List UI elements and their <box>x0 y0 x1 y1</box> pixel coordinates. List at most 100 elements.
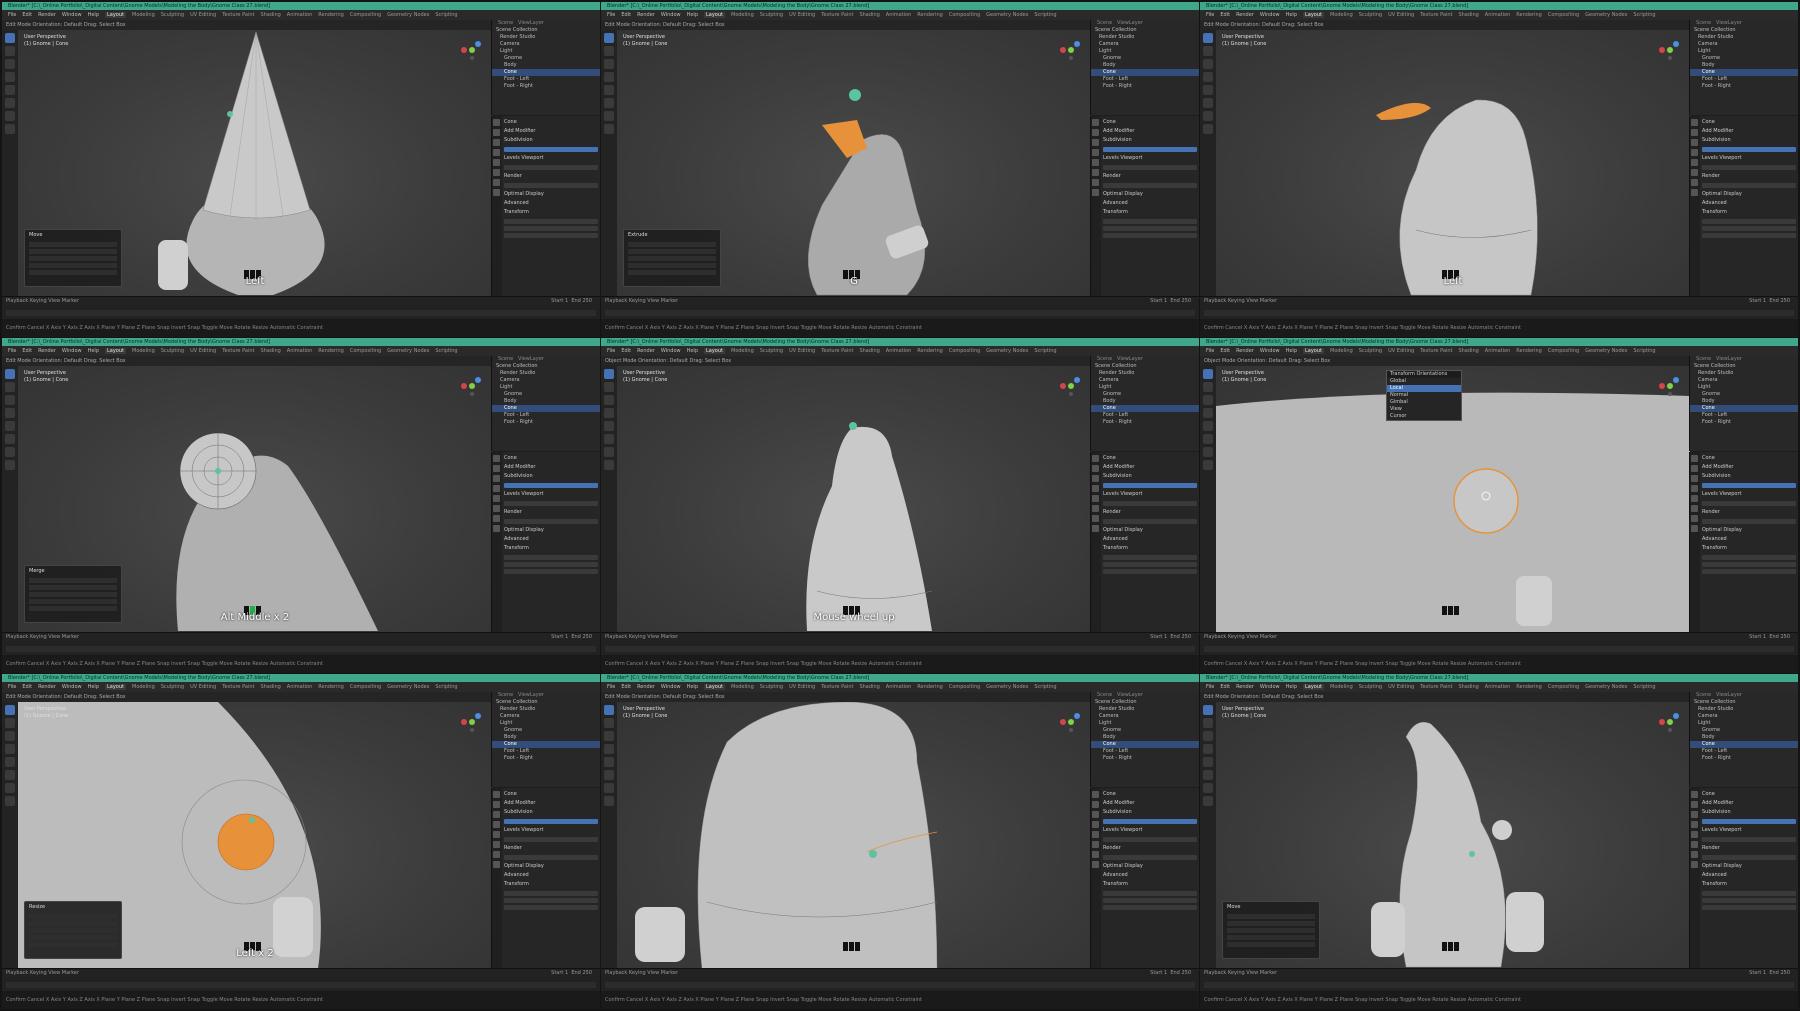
outliner-item-render-studio[interactable]: Render Studio <box>1690 34 1798 41</box>
optimal-display-checkbox[interactable]: Optimal Display <box>1103 862 1197 871</box>
modifier-name[interactable]: Subdivision <box>1103 136 1197 145</box>
operator-field[interactable] <box>29 270 117 275</box>
outliner-item-scene-collection[interactable]: Scene Collection <box>492 699 600 706</box>
menu-window[interactable]: Window <box>62 684 82 690</box>
outliner-item-cone[interactable]: Cone <box>1690 69 1798 76</box>
header-item-2[interactable]: Drag: <box>689 358 704 364</box>
workspace-tab-modeling[interactable]: Modeling <box>1330 684 1353 690</box>
menu-help[interactable]: Help <box>1286 348 1297 354</box>
end-frame-field[interactable]: 250 <box>1780 298 1790 304</box>
header-item-1[interactable]: Default <box>1262 22 1282 28</box>
3d-viewport[interactable]: User Perspective (1) Gnome | Cone <box>617 702 1091 969</box>
advanced-panel[interactable]: Advanced <box>1702 199 1796 208</box>
orientation-option-view[interactable]: View <box>1387 406 1461 413</box>
outliner-item-foot---left[interactable]: Foot - Left <box>1091 412 1199 419</box>
select-box-tool-icon[interactable] <box>604 33 614 43</box>
workspace-tab-rendering[interactable]: Rendering <box>1516 684 1542 690</box>
material-tab-icon[interactable] <box>1691 189 1698 196</box>
header-item-3[interactable]: Select Box <box>1304 358 1330 364</box>
annotate-tool-icon[interactable] <box>604 783 614 793</box>
header-item-3[interactable]: Select Box <box>1297 694 1323 700</box>
outliner-item-foot---left[interactable]: Foot - Left <box>1690 76 1798 83</box>
workspace-tab-geometry-nodes[interactable]: Geometry Nodes <box>1585 12 1627 18</box>
workspace-tab-animation[interactable]: Animation <box>886 12 912 18</box>
operator-field[interactable] <box>29 935 117 940</box>
axis-gizmo-icon[interactable] <box>456 708 484 736</box>
outliner-item-body[interactable]: Body <box>1690 62 1798 69</box>
menu-window[interactable]: Window <box>1260 684 1280 690</box>
levels-viewport-field[interactable] <box>1103 165 1197 170</box>
timeline-menu-playback[interactable]: Playback <box>1204 970 1228 976</box>
menu-help[interactable]: Help <box>88 684 99 690</box>
timeline-menu-playback[interactable]: Playback <box>605 298 629 304</box>
operator-field[interactable] <box>29 606 117 611</box>
outliner-item-body[interactable]: Body <box>492 398 600 405</box>
annotate-tool-icon[interactable] <box>5 111 15 121</box>
workspace-tab-sculpting[interactable]: Sculpting <box>1359 348 1382 354</box>
workspace-tab-texture-paint[interactable]: Texture Paint <box>821 684 853 690</box>
timeline-scrubber[interactable] <box>605 982 1195 988</box>
measure-tool-icon[interactable] <box>604 796 614 806</box>
workspace-tab-uv-editing[interactable]: UV Editing <box>789 348 815 354</box>
optimal-display-checkbox[interactable]: Optimal Display <box>1702 190 1796 199</box>
add-modifier-button[interactable]: Add Modifier <box>1702 799 1796 808</box>
subdiv-type-toggle[interactable] <box>1103 483 1197 488</box>
outliner-item-body[interactable]: Body <box>1091 734 1199 741</box>
scene-tab-icon[interactable] <box>1691 821 1698 828</box>
workspace-tab-geometry-nodes[interactable]: Geometry Nodes <box>986 348 1028 354</box>
axis-gizmo-icon[interactable] <box>1654 708 1682 736</box>
header-item-0[interactable]: Orientation: <box>638 358 670 364</box>
outliner-item-scene-collection[interactable]: Scene Collection <box>1690 363 1798 370</box>
operator-field[interactable] <box>29 242 117 247</box>
scene-tab-icon[interactable] <box>1691 485 1698 492</box>
last-operator-panel[interactable]: Resize <box>24 901 122 959</box>
optimal-display-checkbox[interactable]: Optimal Display <box>1103 526 1197 535</box>
cursor-tool-icon[interactable] <box>604 46 614 56</box>
menu-render[interactable]: Render <box>38 348 56 354</box>
header-item-1[interactable]: Default <box>670 358 690 364</box>
outliner-item-render-studio[interactable]: Render Studio <box>1091 34 1199 41</box>
end-frame-field[interactable]: 250 <box>1780 970 1790 976</box>
end-frame-field[interactable]: 250 <box>1181 970 1191 976</box>
workspace-tab-animation[interactable]: Animation <box>1485 684 1511 690</box>
workspace-tab-sculpting[interactable]: Sculpting <box>1359 12 1382 18</box>
workspace-tab-uv-editing[interactable]: UV Editing <box>789 12 815 18</box>
outliner-item-render-studio[interactable]: Render Studio <box>492 370 600 377</box>
timeline-menu-keying[interactable]: Keying <box>629 970 647 976</box>
location-field[interactable] <box>1702 555 1796 560</box>
menu-window[interactable]: Window <box>661 684 681 690</box>
world-tab-icon[interactable] <box>1691 831 1698 838</box>
timeline-scrubber[interactable] <box>1204 310 1794 316</box>
workspace-tab-uv-editing[interactable]: UV Editing <box>1388 12 1414 18</box>
timeline-menu-keying[interactable]: Keying <box>1228 298 1246 304</box>
workspace-tab-texture-paint[interactable]: Texture Paint <box>222 348 254 354</box>
transform-tool-icon[interactable] <box>5 434 15 444</box>
workspace-tab-compositing[interactable]: Compositing <box>1548 12 1579 18</box>
end-frame-field[interactable]: 250 <box>1181 634 1191 640</box>
object-name-field[interactable]: Cone <box>1702 790 1796 799</box>
modifier-wrench-icon[interactable] <box>493 515 500 522</box>
3d-viewport[interactable]: User Perspective (1) Gnome | Cone G Extr… <box>617 30 1091 297</box>
workspace-tab-layout[interactable]: Layout <box>1303 684 1324 690</box>
modifier-name[interactable]: Subdivision <box>1103 808 1197 817</box>
transform-panel[interactable]: Transform <box>1103 544 1197 553</box>
timeline-menu-playback[interactable]: Playback <box>605 634 629 640</box>
outliner-item-cone[interactable]: Cone <box>1091 405 1199 412</box>
workspace-tab-modeling[interactable]: Modeling <box>731 684 754 690</box>
location-field[interactable] <box>504 555 598 560</box>
measure-tool-icon[interactable] <box>5 460 15 470</box>
render-levels-field[interactable] <box>1103 519 1197 524</box>
workspace-tab-rendering[interactable]: Rendering <box>318 12 344 18</box>
subdiv-type-toggle[interactable] <box>1702 819 1796 824</box>
last-operator-panel[interactable]: Move <box>24 229 122 287</box>
timeline-menu-playback[interactable]: Playback <box>6 298 30 304</box>
object-tab-icon[interactable] <box>1092 169 1099 176</box>
levels-viewport-field[interactable] <box>1103 501 1197 506</box>
timeline-menu-view[interactable]: View <box>1246 634 1259 640</box>
header-item-0[interactable]: Orientation: <box>32 694 64 700</box>
start-frame-field[interactable]: 1 <box>565 298 568 304</box>
render-tab-icon[interactable] <box>1092 465 1099 472</box>
add-modifier-button[interactable]: Add Modifier <box>1103 799 1197 808</box>
operator-field[interactable] <box>1227 921 1315 926</box>
header-item-1[interactable]: Default <box>1262 694 1282 700</box>
